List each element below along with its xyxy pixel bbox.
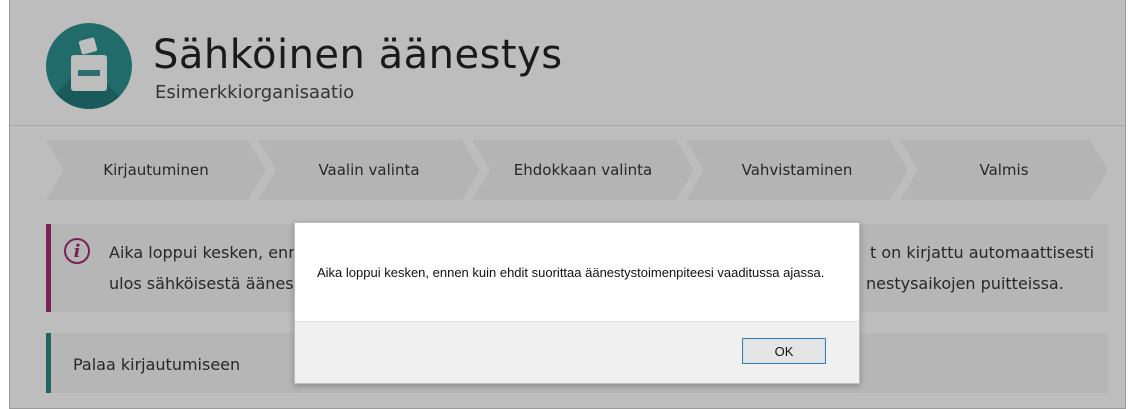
browser-viewport: Sähköinen äänestys Esimerkkiorganisaatio… xyxy=(9,0,1126,409)
timeout-alert-dialog: Aika loppui kesken, ennen kuin ehdit suo… xyxy=(294,222,860,384)
ok-button[interactable]: OK xyxy=(742,338,826,364)
dialog-footer: OK xyxy=(295,321,859,383)
dialog-message: Aika loppui kesken, ennen kuin ehdit suo… xyxy=(317,265,825,280)
